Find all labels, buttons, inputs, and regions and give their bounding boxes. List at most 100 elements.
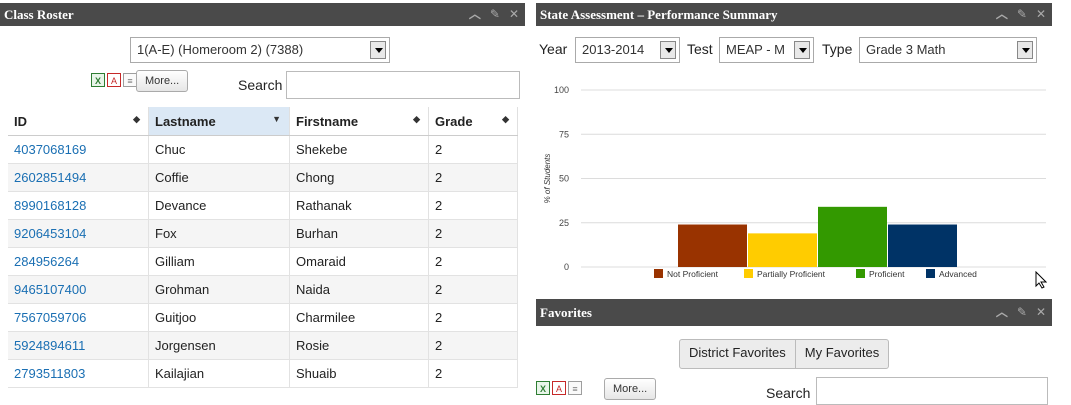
y-tick-label: 50 <box>559 174 569 184</box>
favorites-search-input[interactable] <box>816 377 1048 405</box>
y-tick-label: 100 <box>554 85 569 95</box>
student-id-link[interactable]: 9206453104 <box>8 219 149 248</box>
firstname-cell: Rathanak <box>289 191 429 220</box>
collapse-icon[interactable]: ︿ <box>996 299 1008 326</box>
assessment-panel-title: State Assessment – Performance Summary <box>540 7 778 22</box>
text-export-icon[interactable]: ≡ <box>123 73 137 87</box>
grade-cell: 2 <box>428 303 518 332</box>
type-select-value: Grade 3 Math <box>866 42 946 57</box>
legend-label: Advanced <box>939 269 977 279</box>
close-icon[interactable]: ✕ <box>509 3 519 26</box>
roster-search-label: Search <box>238 77 283 93</box>
pdf-export-icon[interactable]: A <box>552 381 566 395</box>
tab-district-favorites[interactable]: District Favorites <box>680 340 795 368</box>
firstname-cell: Shuaib <box>289 359 429 388</box>
firstname-cell: Shekebe <box>289 135 429 164</box>
lastname-cell: Grohman <box>148 275 290 304</box>
y-tick-label: 25 <box>559 218 569 228</box>
chevron-down-icon[interactable] <box>660 41 676 59</box>
test-label: Test <box>687 41 713 57</box>
grade-cell: 2 <box>428 191 518 220</box>
edit-icon[interactable]: ✎ <box>1017 299 1027 326</box>
y-tick-label: 75 <box>559 129 569 139</box>
table-row: 5924894611 Jorgensen Rosie 2 <box>8 331 518 360</box>
student-id-link[interactable]: 7567059706 <box>8 303 149 332</box>
chart-bar <box>818 206 887 267</box>
student-id-link[interactable]: 2793511803 <box>8 359 149 388</box>
text-export-icon[interactable]: ≡ <box>568 381 582 395</box>
edit-icon[interactable]: ✎ <box>1017 3 1027 26</box>
column-header-grade[interactable]: Grade ◆ <box>428 107 518 136</box>
tab-my-favorites[interactable]: My Favorites <box>794 340 888 368</box>
assessment-panel-header: State Assessment – Performance Summary ︿… <box>536 3 1052 26</box>
grade-cell: 2 <box>428 135 518 164</box>
lastname-cell: Fox <box>148 219 290 248</box>
favorites-search-label: Search <box>766 385 811 401</box>
column-header-id[interactable]: ID ◆ <box>8 107 149 136</box>
legend-swatch <box>856 269 865 278</box>
excel-export-icon[interactable]: X <box>536 381 550 395</box>
table-row: 9465107400 Grohman Naida 2 <box>8 275 518 304</box>
collapse-icon[interactable]: ︿ <box>469 3 481 26</box>
roster-more-button[interactable]: More... <box>136 70 189 92</box>
legend-label: Proficient <box>869 269 905 279</box>
firstname-cell: Burhan <box>289 219 429 248</box>
grade-cell: 2 <box>428 275 518 304</box>
table-row: 284956264 Gilliam Omaraid 2 <box>8 247 518 276</box>
lastname-cell: Chuc <box>148 135 290 164</box>
favorites-panel-title: Favorites <box>540 305 592 320</box>
excel-export-icon[interactable]: X <box>91 73 105 87</box>
favorites-panel-header: Favorites ︿ ✎ ✕ <box>536 299 1052 326</box>
grade-cell: 2 <box>428 331 518 360</box>
table-row: 7567059706 Guitjoo Charmilee 2 <box>8 303 518 332</box>
grade-cell: 2 <box>428 163 518 192</box>
student-id-link[interactable]: 4037068169 <box>8 135 149 164</box>
type-label: Type <box>822 41 853 57</box>
lastname-cell: Gilliam <box>148 247 290 276</box>
chevron-down-icon[interactable] <box>1017 41 1033 59</box>
test-select[interactable]: MEAP - M <box>719 37 814 63</box>
student-id-link[interactable]: 5924894611 <box>8 331 149 360</box>
collapse-icon[interactable]: ︿ <box>996 3 1008 26</box>
chevron-down-icon[interactable] <box>794 41 810 59</box>
table-row: 8990168128 Devance Rathanak 2 <box>8 191 518 220</box>
class-select[interactable]: 1(A-E) (Homeroom 2) (7388) <box>130 37 390 63</box>
student-id-link[interactable]: 2602851494 <box>8 163 149 192</box>
roster-search-input[interactable] <box>286 71 520 99</box>
close-icon[interactable]: ✕ <box>1036 3 1046 26</box>
favorites-tabs: District Favorites My Favorites <box>679 339 890 369</box>
lastname-cell: Coffie <box>148 163 290 192</box>
test-select-value: MEAP - M <box>726 42 785 57</box>
legend-swatch <box>926 269 935 278</box>
legend-swatch <box>744 269 753 278</box>
type-select[interactable]: Grade 3 Math <box>859 37 1037 63</box>
student-id-link[interactable]: 8990168128 <box>8 191 149 220</box>
sort-icon: ◆ <box>133 114 140 124</box>
column-header-lastname[interactable]: Lastname ▼ <box>148 107 290 136</box>
edit-icon[interactable]: ✎ <box>490 3 500 26</box>
column-header-firstname[interactable]: Firstname ◆ <box>289 107 429 136</box>
year-label: Year <box>539 41 568 57</box>
table-row: 2793511803 Kailajian Shuaib 2 <box>8 359 518 388</box>
grade-cell: 2 <box>428 247 518 276</box>
grade-cell: 2 <box>428 359 518 388</box>
lastname-cell: Jorgensen <box>148 331 290 360</box>
lastname-cell: Guitjoo <box>148 303 290 332</box>
mouse-cursor-icon <box>1035 271 1047 289</box>
chart-bar <box>748 233 817 267</box>
table-row: 4037068169 Chuc Shekebe 2 <box>8 135 518 164</box>
close-icon[interactable]: ✕ <box>1036 299 1046 326</box>
firstname-cell: Naida <box>289 275 429 304</box>
student-id-link[interactable]: 284956264 <box>8 247 149 276</box>
favorites-more-button[interactable]: More... <box>604 378 657 400</box>
performance-chart: 0 25 50 75 100 % of Students Not Proficient Par… <box>543 85 1046 279</box>
roster-panel-header: Class Roster ︿ ✎ ✕ <box>0 3 525 26</box>
student-id-link[interactable]: 9465107400 <box>8 275 149 304</box>
firstname-cell: Charmilee <box>289 303 429 332</box>
firstname-cell: Chong <box>289 163 429 192</box>
year-select[interactable]: 2013-2014 <box>575 37 680 63</box>
chevron-down-icon[interactable] <box>370 41 386 59</box>
roster-panel-title: Class Roster <box>4 7 74 22</box>
pdf-export-icon[interactable]: A <box>107 73 121 87</box>
grade-cell: 2 <box>428 219 518 248</box>
